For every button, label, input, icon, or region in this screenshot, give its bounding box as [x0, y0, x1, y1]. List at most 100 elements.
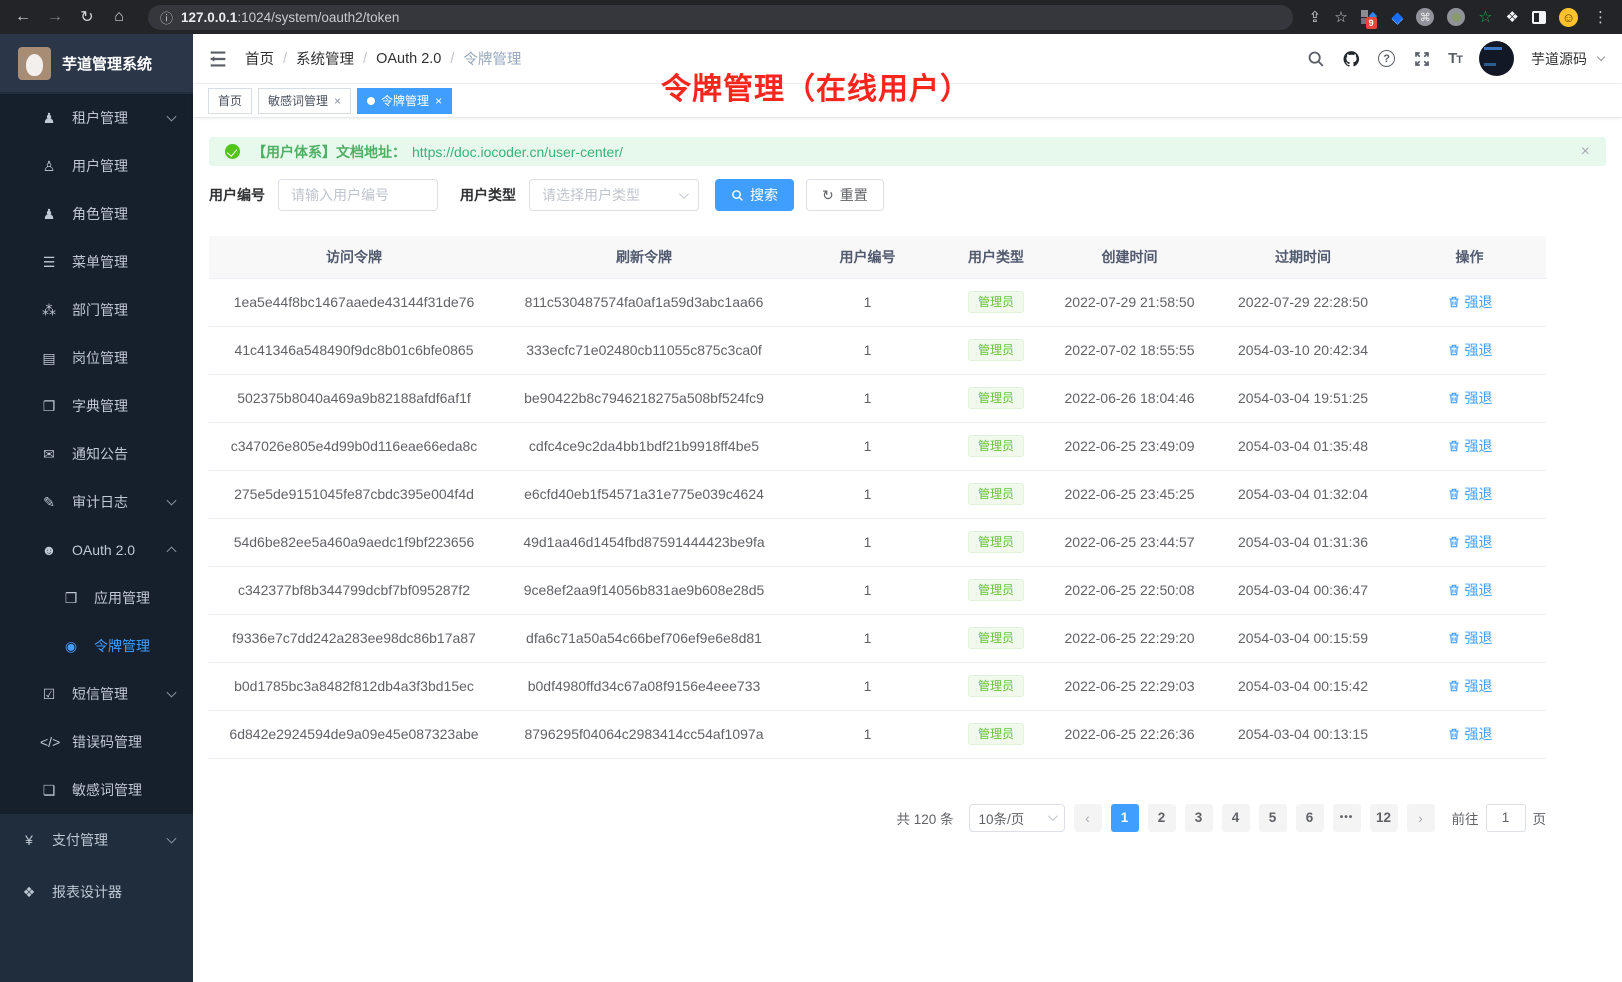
action-cell: 强退: [1393, 614, 1546, 662]
app-logo-row[interactable]: 芋道管理系统: [0, 34, 193, 92]
reset-button[interactable]: ↻ 重置: [806, 179, 884, 211]
collapse-sidebar-icon[interactable]: [207, 48, 229, 70]
user-avatar[interactable]: [1479, 41, 1514, 76]
column-header: 创建时间: [1046, 236, 1213, 278]
address-bar[interactable]: ⓘ 127.0.0.1:1024/system/oauth2/token: [148, 5, 1293, 30]
user-type-tag: 管理员: [968, 483, 1024, 505]
help-icon[interactable]: ?: [1378, 50, 1395, 67]
profile-avatar-icon[interactable]: ☺: [1559, 8, 1578, 27]
force-logout-button[interactable]: 强退: [1447, 388, 1493, 408]
command-extension-icon[interactable]: ⌘: [1416, 8, 1434, 26]
page-button-4[interactable]: 4: [1222, 804, 1250, 832]
page-button-1[interactable]: 1: [1111, 804, 1139, 832]
user-type-tag: 管理员: [968, 339, 1024, 361]
alert-close-icon[interactable]: ×: [1581, 143, 1590, 161]
tab-label: 敏感词管理: [268, 92, 328, 109]
breadcrumb-item[interactable]: 系统管理: [296, 48, 354, 69]
browser-reload-icon[interactable]: ↻: [74, 4, 100, 30]
force-logout-button[interactable]: 强退: [1447, 628, 1493, 648]
delete-icon: [1447, 679, 1461, 693]
browser-forward-icon[interactable]: →: [42, 4, 68, 30]
breadcrumb-item[interactable]: OAuth 2.0: [376, 51, 441, 67]
page-button-5[interactable]: 5: [1259, 804, 1287, 832]
force-logout-button[interactable]: 强退: [1447, 580, 1493, 600]
sidebar-item-role[interactable]: ♟ 角色管理: [0, 190, 193, 238]
goto-page-input[interactable]: [1486, 804, 1526, 832]
page-button-3[interactable]: 3: [1185, 804, 1213, 832]
site-info-icon[interactable]: ⓘ: [160, 8, 173, 27]
record-extension-icon[interactable]: [1447, 8, 1465, 26]
table-row: 1ea5e44f8bc1467aaede43144f31de76811c5304…: [209, 278, 1546, 326]
user-id-input[interactable]: [278, 179, 438, 211]
share-icon[interactable]: ⇪: [1309, 8, 1322, 26]
page-button-12[interactable]: 12: [1370, 804, 1398, 832]
tab-敏感词管理[interactable]: 敏感词管理 ×: [258, 88, 351, 114]
action-cell: 强退: [1393, 326, 1546, 374]
force-logout-button[interactable]: 强退: [1447, 292, 1493, 312]
sidebar-item-sms[interactable]: ☑ 短信管理: [0, 670, 193, 718]
sidebar-item-user[interactable]: ♙ 用户管理: [0, 142, 193, 190]
extensions-puzzle-icon[interactable]: ❖: [1506, 8, 1519, 26]
sidebar-item-oauth2[interactable]: ☻ OAuth 2.0: [0, 526, 193, 574]
tab-close-icon[interactable]: ×: [334, 94, 341, 108]
tab-令牌管理[interactable]: 令牌管理×: [357, 88, 452, 114]
star-extension-icon[interactable]: ☆: [1478, 7, 1492, 27]
sidebar-item-dept[interactable]: ⁂ 部门管理: [0, 286, 193, 334]
font-size-icon[interactable]: TT: [1448, 50, 1462, 67]
browser-home-icon[interactable]: ⌂: [106, 4, 132, 30]
sidebar-item-report-designer[interactable]: ❖ 报表设计器: [0, 866, 193, 918]
gem-extension-icon[interactable]: ◆: [1392, 8, 1404, 26]
force-logout-button[interactable]: 强退: [1447, 340, 1493, 360]
user-id-label: 用户编号: [209, 185, 265, 205]
search-icon[interactable]: [1306, 49, 1325, 68]
browser-back-icon[interactable]: ←: [10, 4, 36, 30]
bookmark-star-icon[interactable]: ☆: [1334, 8, 1347, 26]
sidebar-item-pay[interactable]: ¥ 支付管理: [0, 814, 193, 866]
sidebar-item-menu[interactable]: ☰ 菜单管理: [0, 238, 193, 286]
table-row: 502375b8040a469a9b82188afdf6af1fbe90422b…: [209, 374, 1546, 422]
extension-pin-icon[interactable]: ◆ 9: [1361, 9, 1379, 25]
sidebar-item-notice[interactable]: ✉ 通知公告: [0, 430, 193, 478]
breadcrumb-item[interactable]: 首页: [245, 48, 274, 69]
sidebar-item-post[interactable]: ▤ 岗位管理: [0, 334, 193, 382]
github-icon[interactable]: [1342, 49, 1361, 68]
sidebar-item-oauth2-app[interactable]: ❒ 应用管理: [0, 574, 193, 622]
sidebar-item-audit-log[interactable]: ✎ 审计日志: [0, 478, 193, 526]
force-logout-button[interactable]: 强退: [1447, 436, 1493, 456]
sidebar-item-error-code[interactable]: </> 错误码管理: [0, 718, 193, 766]
sidebar-item-tenant[interactable]: ♟ 租户管理: [0, 94, 193, 142]
access-token-cell: 1ea5e44f8bc1467aaede43144f31de76: [209, 278, 499, 326]
expire-time-cell: 2054-03-04 00:15:59: [1213, 614, 1393, 662]
tab-首页[interactable]: 首页: [208, 88, 252, 114]
sidebar-item-oauth2-token[interactable]: ◉ 令牌管理: [0, 622, 193, 670]
user-id-cell: 1: [789, 326, 946, 374]
split-screen-icon[interactable]: [1532, 11, 1546, 24]
fullscreen-icon[interactable]: [1412, 49, 1431, 68]
user-type-select[interactable]: 请选择用户类型: [529, 179, 699, 211]
column-header: 用户编号: [789, 236, 946, 278]
pin-square-icon: [1361, 10, 1368, 17]
user-type-tag: 管理员: [968, 531, 1024, 553]
force-logout-button[interactable]: 强退: [1447, 484, 1493, 504]
tab-close-icon[interactable]: ×: [435, 94, 442, 108]
create-time-cell: 2022-06-25 23:44:57: [1046, 518, 1213, 566]
sidebar-item-dict[interactable]: ❐ 字典管理: [0, 382, 193, 430]
user-dropdown-caret-icon[interactable]: [1597, 53, 1605, 61]
page-size-select[interactable]: 10条/页: [969, 804, 1065, 832]
next-page-button[interactable]: ›: [1407, 804, 1435, 832]
user-type-cell: 管理员: [946, 374, 1046, 422]
force-logout-button[interactable]: 强退: [1447, 724, 1493, 744]
page-button-6[interactable]: 6: [1296, 804, 1324, 832]
search-button[interactable]: 搜索: [715, 179, 794, 211]
force-logout-button[interactable]: 强退: [1447, 676, 1493, 696]
alert-doc-link[interactable]: https://doc.iocoder.cn/user-center/: [412, 144, 623, 160]
user-type-tag: 管理员: [968, 387, 1024, 409]
user-name[interactable]: 芋道源码: [1531, 49, 1587, 69]
user-type-tag: 管理员: [968, 291, 1024, 313]
more-pages-button[interactable]: •••: [1333, 804, 1361, 832]
browser-menu-icon[interactable]: ⋮: [1593, 8, 1608, 26]
force-logout-button[interactable]: 强退: [1447, 532, 1493, 552]
sidebar-item-sensitive-word[interactable]: ❏ 敏感词管理: [0, 766, 193, 814]
page-button-2[interactable]: 2: [1148, 804, 1176, 832]
prev-page-button[interactable]: ‹: [1074, 804, 1102, 832]
